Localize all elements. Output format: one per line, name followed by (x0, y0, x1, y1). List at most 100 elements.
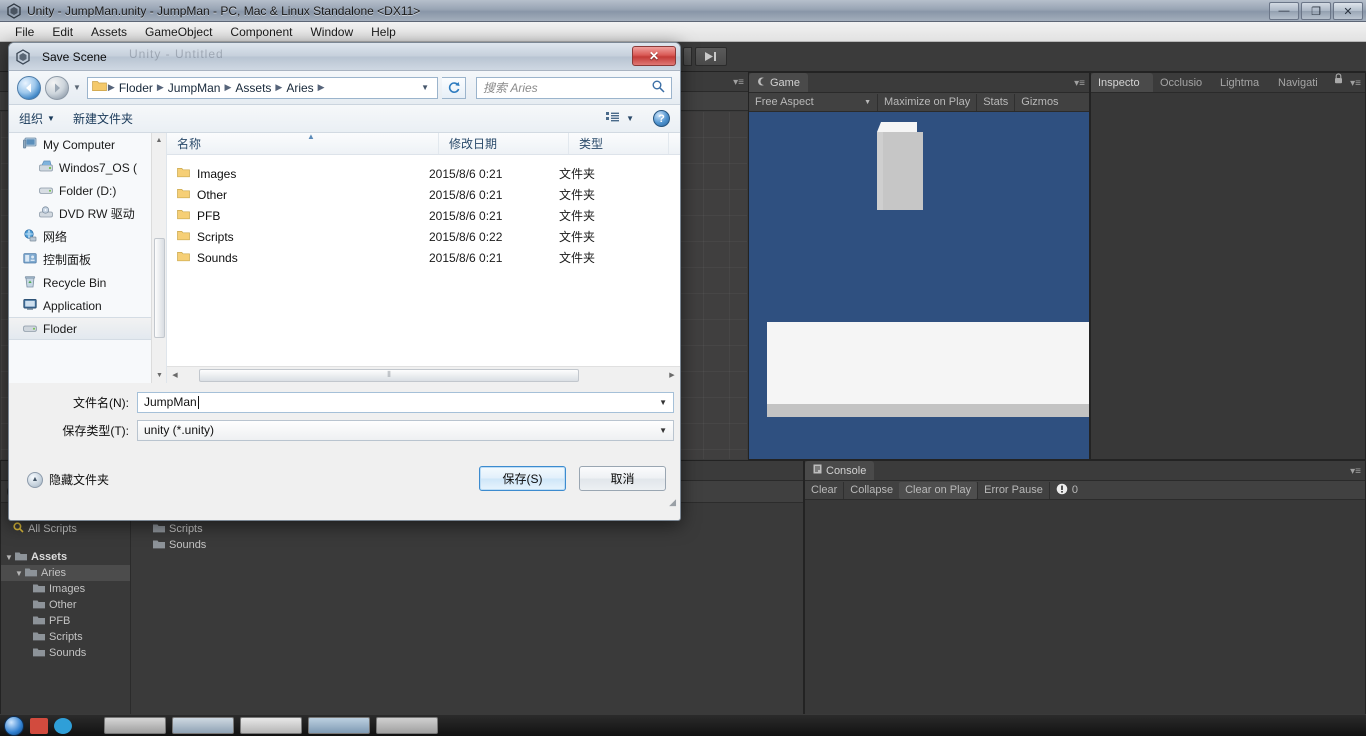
close-button[interactable]: ✕ (1333, 2, 1363, 20)
forward-button[interactable] (45, 75, 69, 100)
menu-window[interactable]: Window (301, 23, 362, 41)
game-canvas[interactable] (749, 112, 1089, 459)
console-log-area[interactable] (806, 500, 1364, 736)
inspector-panel-menu-icon[interactable]: ▾≡ (1350, 78, 1361, 89)
step-button[interactable] (695, 47, 727, 66)
column-header-date[interactable]: 修改日期 (439, 133, 569, 154)
chevron-down-icon[interactable]: ▼ (659, 426, 667, 435)
hscroll-track[interactable]: ⦀ (183, 368, 664, 383)
scroll-down-icon[interactable]: ▼ (152, 368, 166, 383)
table-row[interactable]: Scripts 2015/8/6 0:22 文件夹 (167, 226, 680, 247)
game-panel-menu-icon[interactable]: ▾≡ (1074, 78, 1085, 89)
favorite-all-scripts[interactable]: All Scripts (1, 521, 130, 537)
table-row[interactable]: Other 2015/8/6 0:21 文件夹 (167, 184, 680, 205)
breadcrumb-aries[interactable]: Aries (283, 81, 316, 95)
save-button[interactable]: 保存(S) (479, 466, 566, 491)
minimize-button[interactable]: — (1269, 2, 1299, 20)
menu-gameobject[interactable]: GameObject (136, 23, 221, 41)
taskbar-icon-2[interactable] (54, 717, 72, 734)
tab-navigation[interactable]: Navigati (1271, 73, 1327, 92)
tree-item-images[interactable]: Images (1, 581, 130, 597)
menu-help[interactable]: Help (362, 23, 405, 41)
view-mode-button[interactable]: ▼ (606, 111, 634, 126)
pause-button[interactable] (683, 47, 692, 66)
sidebar-item-my-computer[interactable]: My Computer (9, 133, 166, 156)
sidebar-item-folder-d[interactable]: Folder (D:) (9, 179, 166, 202)
search-input[interactable]: 搜索 Aries (476, 76, 672, 99)
tree-item-pfb[interactable]: PFB (1, 613, 130, 629)
sidebar-item-recycle-bin[interactable]: Recycle Bin (9, 271, 166, 294)
tree-item-other[interactable]: Other (1, 597, 130, 613)
scroll-right-icon[interactable]: ▶ (664, 371, 680, 379)
restore-button[interactable]: ❐ (1301, 2, 1331, 20)
gizmos-dropdown[interactable]: Gizmos (1014, 93, 1064, 111)
tree-item-sounds[interactable]: Sounds (1, 645, 130, 661)
start-button[interactable] (4, 715, 24, 736)
scroll-up-icon[interactable]: ▲ (152, 133, 166, 148)
breadcrumb-floder[interactable]: Floder (116, 81, 156, 95)
filetype-select[interactable]: unity (*.unity) ▼ (137, 419, 674, 441)
tree-item-scripts[interactable]: Scripts (1, 629, 130, 645)
menu-file[interactable]: File (6, 23, 43, 41)
new-folder-button[interactable]: 新建文件夹 (73, 110, 133, 127)
hide-folders-toggle[interactable]: ▲ 隐藏文件夹 (27, 471, 109, 488)
tab-inspector[interactable]: Inspecto (1091, 73, 1153, 92)
organize-menu[interactable]: 组织 ▼ (19, 110, 55, 127)
sidebar-item-floder[interactable]: Floder (9, 317, 166, 340)
console-collapse-toggle[interactable]: Collapse (843, 481, 899, 499)
scroll-left-icon[interactable]: ◀ (167, 371, 183, 379)
menu-edit[interactable]: Edit (43, 23, 82, 41)
console-panel-menu-icon[interactable]: ▾≡ (1350, 466, 1361, 477)
lock-icon[interactable] (1334, 71, 1343, 89)
console-error-pause-toggle[interactable]: Error Pause (977, 481, 1049, 499)
filename-input[interactable]: JumpMan ▼ (137, 391, 674, 413)
dialog-close-button[interactable]: ✕ (632, 46, 676, 66)
taskbar-window-5[interactable] (376, 717, 438, 734)
tab-console[interactable]: Console (805, 461, 875, 480)
back-button[interactable] (17, 75, 41, 100)
sidebar-scrollbar[interactable]: ▲ ▼ (151, 133, 166, 383)
address-bar[interactable]: ▶ Floder ▶ JumpMan ▶ Assets ▶ Aries ▶ ▼ (86, 76, 438, 99)
content-item-sounds[interactable]: Sounds (131, 537, 803, 553)
stats-toggle[interactable]: Stats (976, 93, 1014, 111)
scene-panel-menu-icon[interactable]: ▾≡ (733, 77, 744, 88)
menu-component[interactable]: Component (221, 23, 301, 41)
scrollbar-thumb[interactable] (154, 238, 165, 338)
tab-game[interactable]: Game (749, 73, 808, 92)
sidebar-item-windows7-os[interactable]: Windos7_OS ( (9, 156, 166, 179)
taskbar-window-3[interactable] (240, 717, 302, 734)
tab-occlusion[interactable]: Occlusio (1153, 73, 1213, 92)
sidebar-item-application[interactable]: Application (9, 294, 166, 317)
breadcrumb-jumpman[interactable]: JumpMan (165, 81, 224, 95)
tab-lightmapping[interactable]: Lightma (1213, 73, 1271, 92)
tree-item-aries[interactable]: ▼ Aries (1, 565, 130, 581)
file-list-hscrollbar[interactable]: ◀ ⦀ ▶ (167, 366, 680, 383)
taskbar-icon-1[interactable] (30, 717, 48, 734)
sidebar-item-dvd-rw[interactable]: DVD RW 驱动 (9, 202, 166, 225)
table-row[interactable]: Sounds 2015/8/6 0:21 文件夹 (167, 247, 680, 268)
taskbar-window-2[interactable] (172, 717, 234, 734)
table-row[interactable]: PFB 2015/8/6 0:21 文件夹 (167, 205, 680, 226)
maximize-on-play-toggle[interactable]: Maximize on Play (877, 93, 976, 111)
column-header-name[interactable]: 名称 (167, 133, 439, 154)
tree-item-assets[interactable]: ▼ Assets (1, 549, 130, 565)
taskbar-window-4[interactable] (308, 717, 370, 734)
column-header-type[interactable]: 类型 (569, 133, 669, 154)
menu-assets[interactable]: Assets (82, 23, 136, 41)
cancel-button[interactable]: 取消 (579, 466, 666, 491)
table-row[interactable]: Images 2015/8/6 0:21 文件夹 (167, 163, 680, 184)
chevron-down-icon[interactable]: ▼ (659, 398, 667, 407)
resize-grip[interactable]: ◢ (669, 497, 676, 508)
console-clear-button[interactable]: Clear (805, 482, 843, 499)
content-item-scripts[interactable]: Scripts (131, 521, 803, 537)
hscroll-thumb[interactable]: ⦀ (199, 368, 579, 382)
sidebar-item-control-panel[interactable]: 控制面板 (9, 248, 166, 271)
aspect-dropdown[interactable]: Free Aspect ▼ (749, 94, 877, 111)
help-button[interactable]: ? (653, 110, 670, 127)
console-warning-counter[interactable]: 0 (1048, 481, 1084, 499)
history-dropdown-icon[interactable]: ▼ (73, 83, 81, 92)
breadcrumb-assets[interactable]: Assets (232, 81, 274, 95)
sidebar-item-network[interactable]: 网络 (9, 225, 166, 248)
taskbar-window-1[interactable] (104, 717, 166, 734)
address-dropdown-icon[interactable]: ▼ (421, 83, 433, 92)
